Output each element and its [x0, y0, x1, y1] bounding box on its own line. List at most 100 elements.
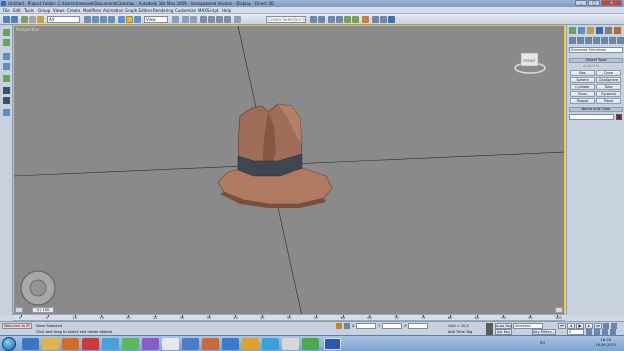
select-and-scale-icon[interactable] — [134, 16, 141, 23]
graphite-toggle-icon[interactable] — [336, 16, 343, 23]
angle-snap-icon[interactable] — [208, 16, 215, 23]
create-tab-icon[interactable] — [569, 27, 576, 34]
start-button-icon[interactable] — [2, 337, 16, 351]
unlink-icon[interactable] — [29, 16, 36, 23]
menu-file[interactable]: File — [3, 8, 10, 13]
bind-space-warp-icon[interactable] — [37, 16, 44, 23]
tool-icon-4[interactable] — [3, 63, 10, 70]
menu-create[interactable]: Create — [67, 8, 80, 13]
set-key-mode-icon[interactable] — [486, 323, 493, 335]
hierarchy-tab-icon[interactable] — [587, 27, 594, 34]
snaps-toggle-icon[interactable] — [200, 16, 207, 23]
tool-icon-8[interactable] — [3, 109, 10, 116]
perspective-viewport[interactable]: Perspective FRONT — [13, 25, 565, 315]
select-and-move-icon[interactable] — [118, 16, 125, 23]
track-bar[interactable]: 0 5 10 15 20 25 30 35 40 45 50 55 60 65 70 75 80 85 90 95 10… — [13, 314, 565, 321]
y-coordinate-field[interactable] — [382, 323, 402, 329]
menu-customize[interactable]: Customize — [175, 8, 196, 13]
app-taskbar-icon-12[interactable] — [242, 338, 259, 350]
motion-tab-icon[interactable] — [596, 27, 603, 34]
tool-icon-3[interactable] — [3, 53, 10, 60]
percent-snap-icon[interactable] — [216, 16, 223, 23]
app-taskbar-icon-11[interactable] — [222, 338, 239, 350]
pyramid-button[interactable]: Pyramid — [596, 91, 621, 97]
select-and-rotate-icon[interactable] — [126, 16, 133, 23]
helpers-icon[interactable] — [601, 37, 608, 44]
box-button[interactable]: Box — [570, 70, 595, 76]
tool-icon-5[interactable] — [3, 75, 10, 82]
name-and-color-rollout[interactable]: Name and Color — [569, 107, 623, 112]
time-next-icon[interactable] — [555, 307, 563, 313]
menu-modifiers[interactable]: Modifiers — [83, 8, 101, 13]
select-object-icon[interactable] — [84, 16, 91, 23]
tube-button[interactable]: Tube — [596, 84, 621, 90]
orbit-icon[interactable] — [603, 323, 609, 329]
space-warps-icon[interactable] — [609, 37, 616, 44]
app-taskbar-icon-14[interactable] — [282, 338, 299, 350]
window-crossing-icon[interactable] — [108, 16, 115, 23]
time-slider[interactable]: 0 / 100 — [13, 306, 565, 314]
plane-button[interactable]: Plane — [596, 98, 621, 104]
rectangular-selection-icon[interactable] — [100, 16, 107, 23]
ie-taskbar-icon[interactable] — [22, 338, 39, 350]
menu-animation[interactable]: Animation — [103, 8, 123, 13]
category-dropdown[interactable]: Standard Primitives — [569, 47, 623, 53]
menu-edit[interactable]: Edit — [13, 8, 21, 13]
select-manipulate-icon[interactable] — [182, 16, 189, 23]
named-selection-set-dropdown[interactable]: Create Selection Set — [266, 16, 306, 23]
redo-icon[interactable] — [11, 16, 18, 23]
app-icon[interactable] — [1, 1, 6, 6]
time-prev-icon[interactable] — [15, 307, 23, 313]
word-taskbar-icon[interactable] — [324, 338, 341, 350]
play-forward-icon[interactable] — [3, 87, 10, 94]
menu-maxscript[interactable]: MAXScript — [198, 8, 219, 13]
tool-icon-2[interactable] — [3, 39, 10, 46]
menu-views[interactable]: Views — [53, 8, 65, 13]
sphere-button[interactable]: Sphere — [570, 77, 595, 83]
opera-taskbar-icon[interactable] — [82, 338, 99, 350]
app-taskbar-icon-10[interactable] — [202, 338, 219, 350]
rendered-frame-window-icon[interactable] — [380, 16, 387, 23]
explorer-taskbar-icon[interactable] — [42, 338, 59, 350]
minimize-button[interactable]: _ — [575, 0, 587, 6]
cylinder-button[interactable]: Cylinder — [570, 84, 595, 90]
autogrid-checkbox[interactable]: AutoGrid — [583, 64, 599, 68]
layer-manager-icon[interactable] — [328, 16, 335, 23]
modify-tab-icon[interactable] — [578, 27, 585, 34]
z-coordinate-field[interactable] — [408, 323, 428, 329]
material-editor-icon[interactable] — [362, 16, 369, 23]
menu-help[interactable]: Help — [222, 8, 231, 13]
lights-icon[interactable] — [585, 37, 592, 44]
absolute-mode-icon[interactable] — [344, 323, 350, 329]
spinner-snap-icon[interactable] — [224, 16, 231, 23]
add-time-tag[interactable]: Add Time Tag — [448, 330, 472, 334]
selection-filter-dropdown[interactable]: All — [47, 16, 80, 23]
pivot-center-icon[interactable] — [172, 16, 179, 23]
media-taskbar-icon[interactable] — [62, 338, 79, 350]
object-name-field[interactable] — [569, 114, 614, 120]
render-setup-icon[interactable] — [372, 16, 379, 23]
systems-icon[interactable] — [617, 37, 624, 44]
maxscript-listener[interactable]: Welcome to M — [2, 323, 32, 329]
reference-coordinate-dropdown[interactable]: View — [144, 16, 168, 23]
link-icon[interactable] — [21, 16, 28, 23]
edit-named-selection-icon[interactable] — [234, 16, 241, 23]
object-color-swatch[interactable] — [616, 114, 622, 120]
app-taskbar-icon-8[interactable] — [162, 338, 179, 350]
utilities-tab-icon[interactable] — [614, 27, 621, 34]
shapes-icon[interactable] — [577, 37, 584, 44]
mirror-icon[interactable] — [310, 16, 317, 23]
tool-icon-1[interactable] — [3, 29, 10, 36]
maximize-button[interactable]: □ — [588, 0, 600, 6]
undo-icon[interactable] — [3, 16, 10, 23]
teapot-button[interactable]: Teapot — [570, 98, 595, 104]
app-taskbar-icon-7[interactable] — [142, 338, 159, 350]
torus-button[interactable]: Torus — [570, 91, 595, 97]
time-slider-thumb[interactable]: 0 / 100 — [32, 307, 54, 313]
select-by-name-icon[interactable] — [92, 16, 99, 23]
go-to-start-icon[interactable]: ⏮ — [558, 323, 566, 329]
app-taskbar-icon-9[interactable] — [182, 338, 199, 350]
menu-tools[interactable]: Tools — [24, 8, 34, 13]
schematic-view-icon[interactable] — [352, 16, 359, 23]
object-type-rollout[interactable]: Object Type — [569, 58, 623, 63]
